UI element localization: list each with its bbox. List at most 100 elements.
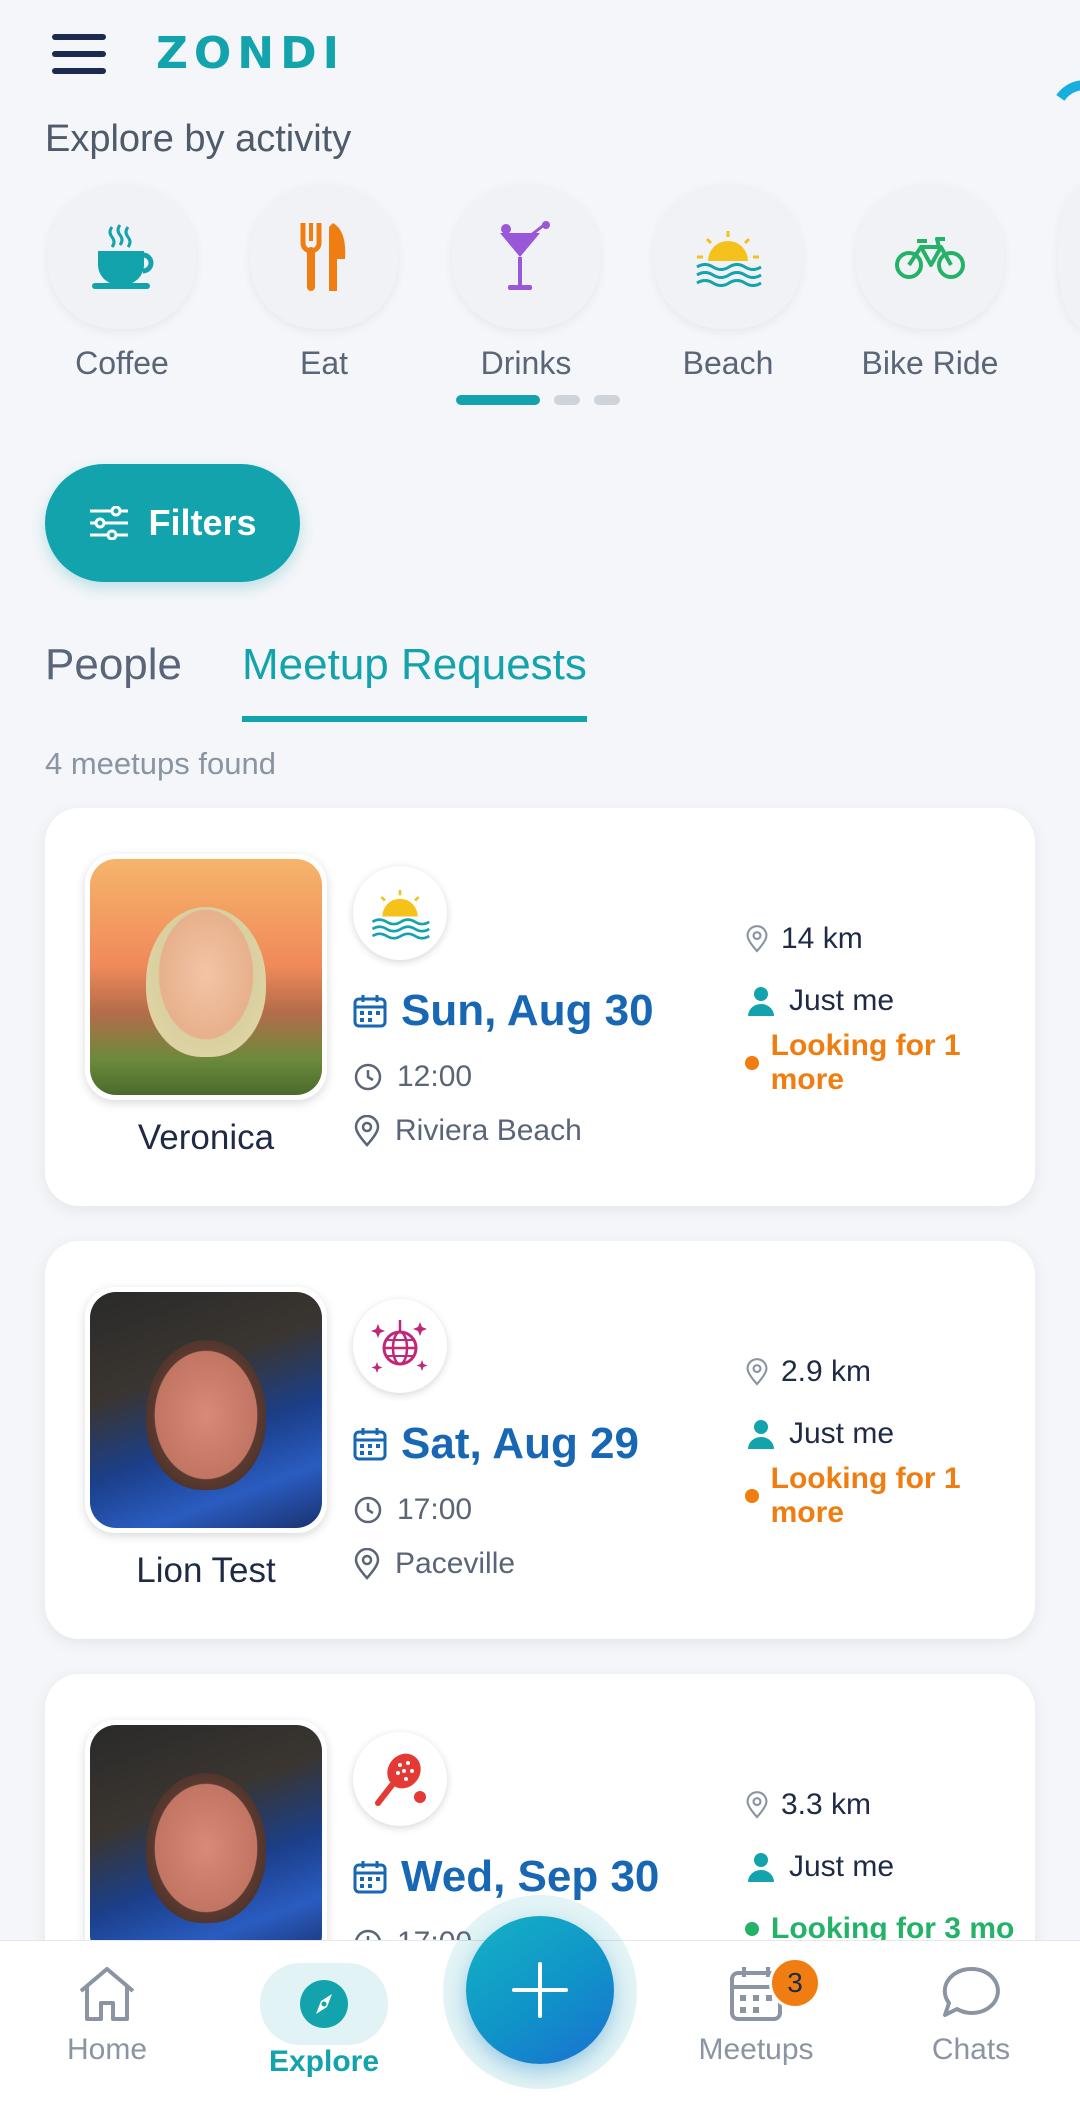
distance-text: 3.3 km xyxy=(781,1788,872,1821)
avatar-face xyxy=(146,1772,266,1923)
distance-row: 2.9 km xyxy=(745,1351,1035,1393)
create-meetup-button[interactable] xyxy=(466,1916,614,2064)
pager-dot-1[interactable] xyxy=(456,395,540,405)
activity-badge xyxy=(353,866,447,960)
tab-people[interactable]: People xyxy=(45,640,182,722)
activity-bike-ride[interactable]: Bike Ride xyxy=(856,185,1004,395)
location-pin-icon xyxy=(354,1115,380,1147)
activity-drinks-circle xyxy=(452,185,600,329)
disco-ball-icon xyxy=(371,1320,428,1373)
calendar-icon xyxy=(353,1861,387,1894)
group-row: Just me xyxy=(745,1413,1035,1455)
activity-coffee[interactable]: Coffee xyxy=(48,185,196,395)
nav-meetups[interactable]: 3 Meetups xyxy=(681,1957,831,2067)
host-name: Lion Test xyxy=(136,1551,276,1590)
results-tabs: People Meetup Requests xyxy=(45,640,587,722)
clock-icon xyxy=(354,1496,382,1524)
avatar-photo xyxy=(90,1292,322,1528)
meetup-place: Paceville xyxy=(353,1547,515,1581)
meetup-time: 17:00 xyxy=(353,1493,472,1527)
sunset-waves-icon xyxy=(371,889,430,940)
group-row: Just me xyxy=(745,980,1035,1022)
activity-next-circle xyxy=(1058,185,1080,329)
status-dot xyxy=(745,1056,759,1070)
status-dot xyxy=(745,1489,759,1503)
looking-text: Looking for 1 more xyxy=(770,1462,961,1529)
plus-icon xyxy=(512,1962,568,2018)
sunset-waves-icon xyxy=(696,231,762,287)
nav-chats[interactable]: Chats xyxy=(896,1963,1046,2067)
group-text: Just me xyxy=(789,1417,895,1450)
nav-explore-label: Explore xyxy=(268,2045,380,2078)
hamburger-icon[interactable] xyxy=(52,34,106,74)
results-count: 4 meetups found xyxy=(45,746,276,781)
activity-eat[interactable]: Eat xyxy=(250,185,398,395)
distance-row: 14 km xyxy=(745,918,1035,960)
location-pin-icon xyxy=(746,1358,768,1386)
nav-home-label: Home xyxy=(66,2033,148,2066)
activity-beach[interactable]: Beach xyxy=(654,185,802,395)
meetup-card[interactable]: Veronica Sun, Aug 30 12:00 Riviera Beach… xyxy=(45,808,1035,1206)
meetup-place-text: Riviera Beach xyxy=(395,1114,582,1147)
person-icon xyxy=(748,1853,774,1882)
nav-chats-label: Chats xyxy=(931,2033,1011,2066)
group-text: Just me xyxy=(789,984,895,1017)
avatar[interactable] xyxy=(85,854,327,1100)
meetup-meta: 2.9 km Just me Looking for 1 more xyxy=(745,1351,1035,1529)
meetup-date: Sat, Aug 29 xyxy=(353,1419,639,1469)
carousel-pager xyxy=(456,395,620,405)
meetup-time-text: 12:00 xyxy=(397,1060,473,1093)
activity-drinks[interactable]: Drinks xyxy=(452,185,600,395)
explore-section-title: Explore by activity xyxy=(45,118,352,160)
cocktail-icon xyxy=(500,221,550,290)
looking-row: Looking for 1 more xyxy=(745,1462,1035,1529)
meetups-count-badge: 3 xyxy=(769,1957,821,2009)
meetup-place-text: Paceville xyxy=(395,1547,516,1580)
activity-label: Drinks xyxy=(480,345,572,381)
chat-bubble-icon xyxy=(942,1966,1000,2017)
bicycle-icon xyxy=(895,237,965,279)
avatar-face xyxy=(146,906,266,1057)
avatar-photo xyxy=(90,859,322,1095)
person-icon xyxy=(748,1420,774,1449)
compass-icon xyxy=(300,1980,348,2028)
filters-label: Filters xyxy=(148,502,257,543)
tab-meetup-requests[interactable]: Meetup Requests xyxy=(242,640,587,722)
meetup-time: 12:00 xyxy=(353,1060,472,1094)
app-logo[interactable]: ZONDI xyxy=(156,28,345,79)
meetup-date-text: Sat, Aug 29 xyxy=(401,1419,639,1468)
avatar[interactable] xyxy=(85,1287,327,1533)
nav-home[interactable]: Home xyxy=(32,1963,182,2067)
activity-badge xyxy=(353,1299,447,1393)
activity-carousel[interactable]: Coffee Eat Drinks Beach Bike Ride xyxy=(48,185,1080,395)
avatar[interactable] xyxy=(85,1720,327,1966)
filters-button[interactable]: Filters xyxy=(45,464,300,582)
meetup-date-text: Sun, Aug 30 xyxy=(401,986,654,1035)
activity-beach-circle xyxy=(654,185,802,329)
group-text: Just me xyxy=(789,1850,895,1883)
person-icon xyxy=(748,987,774,1016)
pager-dot-2[interactable] xyxy=(554,395,580,405)
looking-row: Looking for 1 more xyxy=(745,1029,1035,1096)
meetup-meta: 3.3 km Just me Looking for 3 mo xyxy=(745,1784,1014,1950)
activity-label: Coffee xyxy=(75,345,169,381)
host-name: Veronica xyxy=(137,1118,275,1157)
pager-dot-3[interactable] xyxy=(594,395,620,405)
clock-icon xyxy=(354,1063,382,1091)
distance-text: 2.9 km xyxy=(781,1355,872,1388)
padel-racket-icon xyxy=(375,1753,426,1806)
group-row: Just me xyxy=(745,1846,1014,1888)
activity-coffee-circle xyxy=(48,185,196,329)
meetup-card[interactable]: Lion Test Sat, Aug 29 17:00 Paceville 2.… xyxy=(45,1241,1035,1639)
activity-next-partial[interactable] xyxy=(1058,185,1080,395)
calendar-icon xyxy=(353,1428,387,1461)
activity-badge xyxy=(353,1732,447,1826)
activity-label: Beach xyxy=(682,345,774,381)
app-header: ZONDI xyxy=(0,0,1080,110)
activity-label: Bike Ride xyxy=(861,345,999,381)
activity-eat-circle xyxy=(250,185,398,329)
location-pin-icon xyxy=(746,1791,768,1819)
nav-meetups-label: Meetups xyxy=(698,2033,814,2066)
location-pin-icon xyxy=(354,1548,380,1580)
nav-explore[interactable]: Explore xyxy=(249,1963,399,2079)
